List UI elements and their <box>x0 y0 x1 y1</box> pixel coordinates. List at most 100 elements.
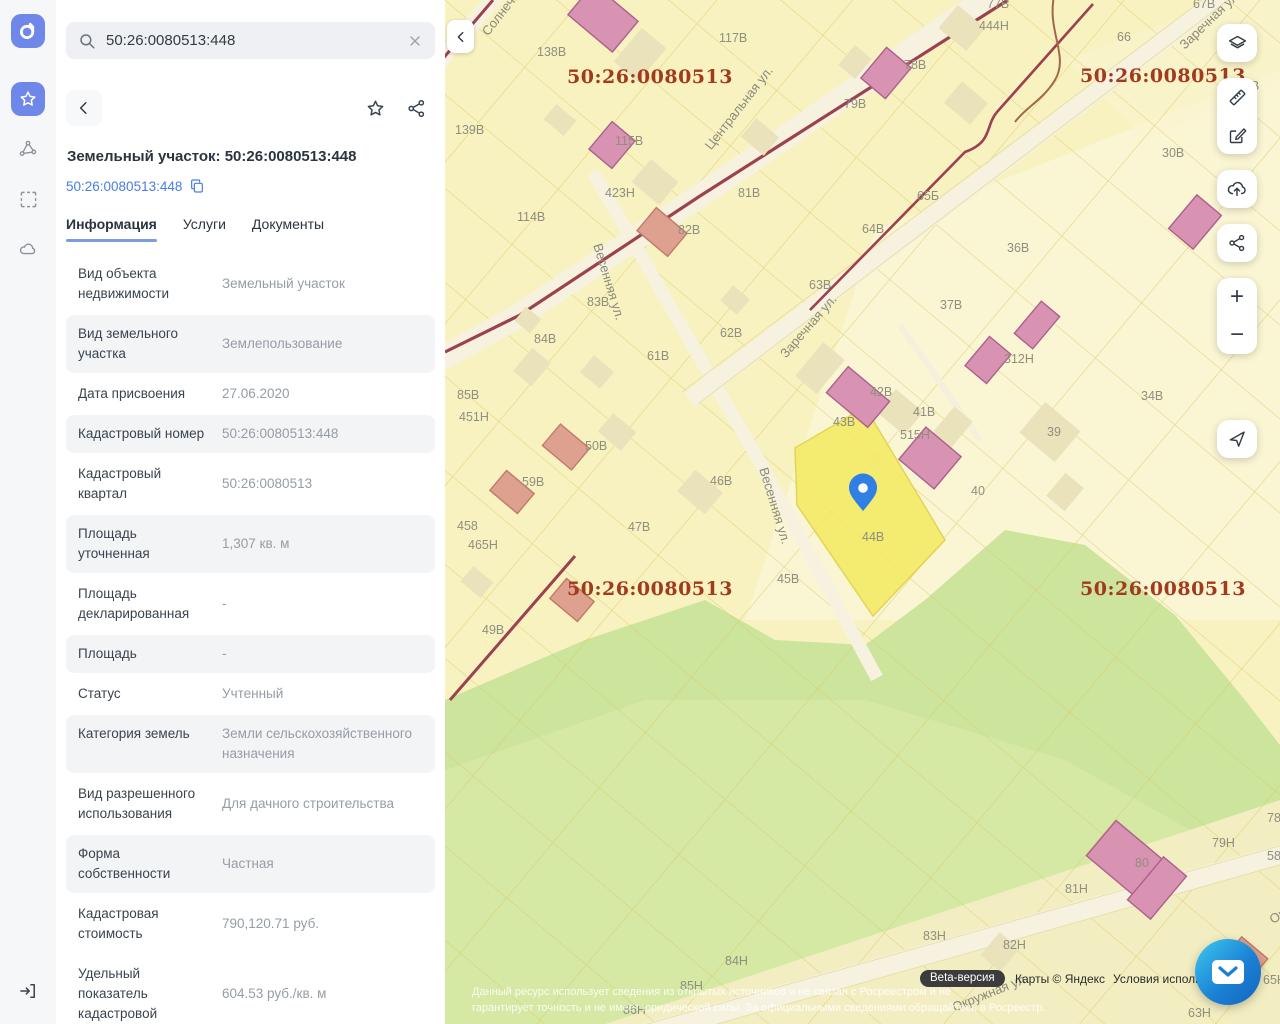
sign-in-icon <box>18 981 38 1001</box>
info-row-label: Статус <box>78 684 210 704</box>
star-icon <box>18 89 38 109</box>
map-controls: + − <box>1217 24 1257 458</box>
parcel-label: 589Н <box>1267 849 1280 863</box>
info-row-label: Площадь декларированная <box>78 584 210 624</box>
map-attribution: Beta-версия Карты © Яндекс Условия испол… <box>445 970 1280 990</box>
parcel-label: 37В <box>940 298 962 312</box>
navigate-icon <box>1227 429 1247 449</box>
chat-button[interactable] <box>1195 939 1261 1005</box>
rail-item-favorites[interactable] <box>11 82 45 116</box>
star-icon <box>365 98 386 119</box>
clear-search-button[interactable] <box>407 33 423 49</box>
parcel-label: 44В <box>862 530 884 544</box>
parcel-label: 80 <box>1135 856 1149 870</box>
locate-button[interactable] <box>1217 420 1257 458</box>
parcel-label: 45В <box>777 572 799 586</box>
rail-item-cloud[interactable] <box>11 232 45 266</box>
info-row-value: 27.06.2020 <box>210 384 423 404</box>
parcel-label: 46В <box>710 474 732 488</box>
parcel-label: 62В <box>720 326 742 340</box>
info-row-label: Категория земель <box>78 724 210 764</box>
info-row: Вид объекта недвижимостиЗемельный участо… <box>66 255 435 313</box>
info-row-label: Вид разрешенного использования <box>78 784 210 824</box>
left-rail <box>0 0 56 1024</box>
info-row-label: Дата присвоения <box>78 384 210 404</box>
parcel-label: 138В <box>537 45 566 59</box>
info-row: Вид разрешенного использованияДля дачног… <box>66 775 435 833</box>
parcel-label: 42В <box>870 385 892 399</box>
parcel-label: 444Н <box>979 19 1009 33</box>
rail-item-select-area[interactable] <box>11 182 45 216</box>
info-row-label: Площадь уточненная <box>78 524 210 564</box>
layers-button[interactable] <box>1217 24 1257 62</box>
info-row-label: Кадастровый номер <box>78 424 210 444</box>
parcel-label: 451Н <box>459 410 489 424</box>
chevron-left-icon <box>75 99 93 117</box>
parcel-label: 41В <box>913 405 935 419</box>
search-bar[interactable] <box>66 22 435 59</box>
cadastral-number-link[interactable]: 50:26:0080513:448 <box>66 179 182 194</box>
minus-icon: − <box>1230 323 1244 347</box>
details-panel: Земельный участок: 50:26:0080513:448 50:… <box>56 0 445 1024</box>
share-map-button[interactable] <box>1217 224 1257 262</box>
back-button[interactable] <box>66 90 102 126</box>
parcel-label: 77В <box>987 0 1009 11</box>
share-icon <box>406 98 427 119</box>
parcel-label: 65Б <box>917 189 939 203</box>
info-row-value: Землепользование <box>210 324 423 364</box>
parcel-label: 139В <box>455 123 484 137</box>
parcel-label: 78В <box>904 58 926 72</box>
parcel-label: 79Н <box>1212 836 1235 850</box>
quarter-label: 50:26:0080513 <box>1080 578 1246 600</box>
app-logo[interactable] <box>11 14 45 48</box>
parcel-label: 84Н <box>725 954 748 968</box>
rail-item-polygon[interactable] <box>11 132 45 166</box>
tab-1[interactable]: Услуги <box>183 216 226 241</box>
upload-button[interactable] <box>1217 170 1257 208</box>
info-row: Кадастровый номер50:26:0080513:448 <box>66 415 435 453</box>
cloud-upload-icon <box>1226 178 1248 200</box>
draw-button[interactable] <box>1217 116 1257 154</box>
parcel-label: 83В <box>587 295 609 309</box>
info-row-label: Вид земельного участка <box>78 324 210 364</box>
info-row-value: - <box>210 644 423 664</box>
collapse-panel-button[interactable] <box>447 20 474 53</box>
search-input[interactable] <box>106 32 397 49</box>
close-icon <box>407 33 423 49</box>
tab-0[interactable]: Информация <box>66 216 157 241</box>
info-table: Вид объекта недвижимостиЗемельный участо… <box>66 255 435 1024</box>
quarter-label: 50:26:0080513 <box>567 578 733 600</box>
parcel-label: 36В <box>1007 241 1029 255</box>
parcel-label: 84В <box>534 332 556 346</box>
edit-area-icon <box>1227 125 1248 146</box>
measure-button[interactable] <box>1217 78 1257 116</box>
parcel-label: 83Н <box>923 929 946 943</box>
info-row: Дата присвоения27.06.2020 <box>66 375 435 413</box>
tab-2[interactable]: Документы <box>252 216 324 241</box>
parcel-label: 63В <box>809 278 831 292</box>
tab-bar: Информация Услуги Документы <box>66 216 435 242</box>
parcel-label: 312Н <box>1004 352 1034 366</box>
info-row: Удельный показатель кадастровой604.53 ру… <box>66 955 435 1024</box>
parcel-label: 79В <box>844 97 866 111</box>
zoom-out-button[interactable]: − <box>1217 316 1257 354</box>
envelope-icon <box>1211 959 1245 985</box>
map-container[interactable]: 50:26:008051350:26:008051350:26:00805135… <box>445 0 1280 1024</box>
plus-icon: + <box>1230 285 1244 309</box>
copy-button[interactable] <box>189 178 205 194</box>
info-row: Категория земельЗемли сельскохозяйственн… <box>66 715 435 773</box>
info-row-label: Кадастровая стоимость <box>78 904 210 944</box>
polygon-nodes-icon <box>18 139 38 159</box>
zoom-in-button[interactable]: + <box>1217 278 1257 316</box>
parcel-label: 115В <box>615 134 643 148</box>
parcel-label: 465Н <box>468 538 498 552</box>
favorite-button[interactable] <box>365 98 386 119</box>
share-button[interactable] <box>406 98 427 119</box>
sign-in-button[interactable] <box>11 974 45 1008</box>
info-row-value: 50:26:0080513:448 <box>210 424 423 444</box>
parcel-label: 50В <box>585 439 607 453</box>
chevron-left-icon <box>454 30 468 44</box>
beta-badge: Beta-версия <box>920 970 1005 987</box>
parcel-label: 59В <box>522 475 544 489</box>
info-row: Кадастровый квартал50:26:0080513 <box>66 455 435 513</box>
